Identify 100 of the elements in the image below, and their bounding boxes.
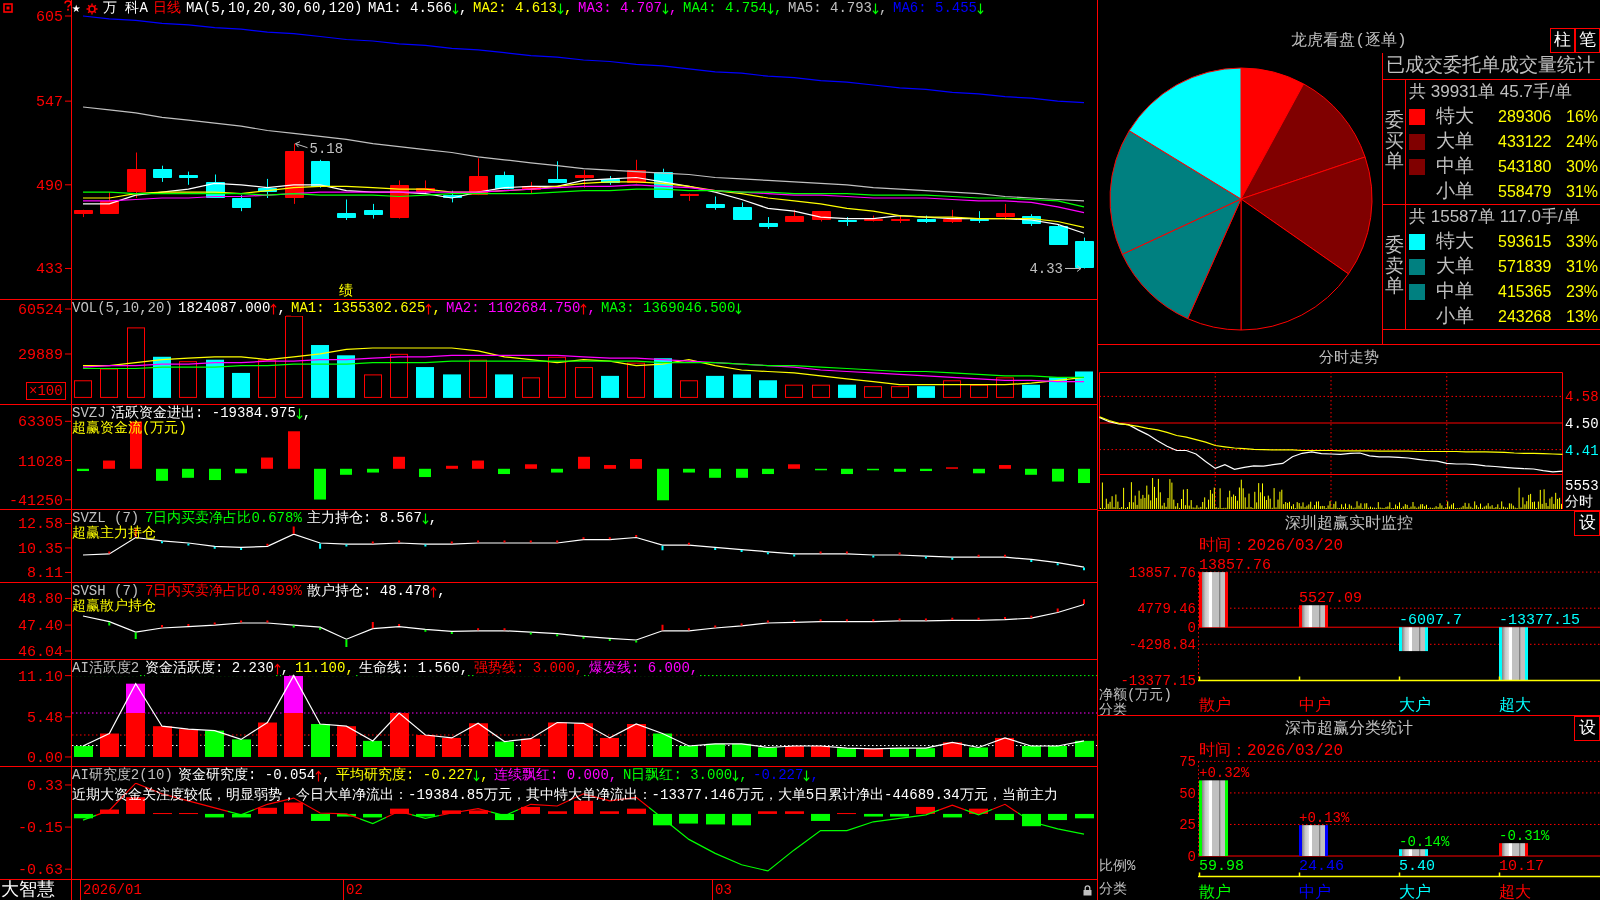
legend-text: MA1: 1355302.625: [291, 301, 426, 316]
net-flow-bar: [1499, 627, 1528, 681]
candlestick: [100, 191, 119, 214]
indicator-bar: [630, 459, 642, 469]
candlestick: [680, 193, 699, 202]
volume-bar: [943, 380, 961, 398]
event-label: 绩: [339, 283, 354, 299]
volume-bar: [206, 359, 224, 398]
indicator-bar: [311, 813, 330, 821]
brand-name: 大智慧: [0, 880, 72, 900]
indicator-bar: [995, 813, 1014, 821]
volume-bar: [706, 375, 724, 398]
share-bar: [1399, 849, 1428, 856]
category-label: 大户: [1399, 697, 1431, 715]
indicator-bar: [156, 468, 168, 481]
candlestick: [759, 216, 778, 230]
share-value: 31%: [1566, 181, 1599, 202]
volume-value: 433122: [1498, 131, 1552, 152]
legend-text: SVSH (7): [72, 584, 140, 599]
indicator-bar: [1022, 746, 1041, 757]
indicator-bar: [604, 465, 616, 469]
axis-label: 75: [1179, 754, 1196, 771]
price-label: 5.18: [309, 140, 344, 157]
category-label: 超大: [1499, 884, 1531, 900]
indicator-bar: [390, 808, 409, 814]
axis-title: 比例%: [1099, 858, 1136, 874]
panel-title: 深市超赢分类统计: [1285, 718, 1413, 740]
axis-label: 47.40: [18, 618, 63, 636]
volume-bar: [258, 359, 276, 398]
indicator-bar: [288, 431, 300, 469]
indicator-bar: [74, 813, 93, 819]
axis-label: 46.04: [18, 644, 63, 659]
arrow-icon: [1064, 264, 1082, 272]
legend-text: 日线: [153, 1, 181, 16]
legend-text: 7日内买卖净占比0.499%: [145, 584, 302, 599]
volume-bar: [1075, 371, 1093, 398]
share-value: 30%: [1566, 156, 1599, 177]
volume-value: 571839: [1498, 256, 1552, 277]
price-label: 4.33: [1029, 261, 1063, 278]
category-label: 大户: [1399, 884, 1431, 900]
candlestick: [812, 210, 831, 222]
candlestick: [601, 175, 620, 186]
candlestick: [285, 143, 304, 205]
indicator-bar: [551, 468, 563, 473]
settings-button[interactable]: 设: [1574, 716, 1600, 741]
share-value: 24%: [1566, 131, 1599, 152]
axis-label: 4.41: [1565, 442, 1599, 459]
value-label: 5.40: [1399, 858, 1435, 875]
value-label: -6007.7: [1399, 612, 1462, 630]
value-label: -13377.15: [1499, 612, 1580, 630]
axis-label: 547: [36, 94, 63, 112]
order-size-label: 小单: [1436, 305, 1474, 328]
indicator-bar: [920, 468, 932, 472]
settings-button[interactable]: 设: [1574, 511, 1600, 536]
side-label: 委买单: [1384, 110, 1404, 174]
indicator-bar: [706, 813, 725, 825]
indicator-bar: [442, 810, 461, 814]
axis-label: 4779.46: [1137, 601, 1196, 618]
candlestick: [1049, 223, 1068, 245]
category-label: 中户: [1299, 697, 1331, 715]
legend-text: 11.100,: [295, 661, 354, 676]
axis-label: 0.33: [27, 778, 63, 795]
volume-bar: [443, 374, 461, 398]
indicator-bar: [999, 465, 1011, 469]
volume-value: 593615: [1498, 231, 1552, 252]
indicator-bar: [890, 748, 909, 757]
indicator-bar: [679, 746, 698, 757]
indicator-bar: [472, 460, 484, 469]
axis-label: 11.10: [18, 668, 63, 686]
volume-bar: [390, 353, 408, 398]
view-button[interactable]: 柱: [1550, 28, 1575, 53]
axis-label: -0.15: [18, 820, 63, 838]
candlestick: [1075, 237, 1094, 269]
legend-text: 万 科A: [103, 1, 148, 16]
legend-text: MA(5,10,20,30,60,120): [186, 1, 363, 16]
category-label: 中户: [1299, 884, 1331, 900]
order-size-label: 中单: [1436, 155, 1474, 178]
volume-bar: [100, 368, 118, 398]
volume-bar: [522, 377, 540, 398]
indicator-bar: [916, 806, 935, 814]
legend-text: VOL(5,10,20): [72, 301, 173, 316]
indicator-bar: [657, 468, 669, 501]
indicator-bar: [1048, 813, 1067, 821]
change-label: -0.14%: [1399, 834, 1450, 851]
candlestick: [838, 216, 857, 227]
indicator-bar: [785, 746, 804, 757]
indicator-bar: [679, 813, 698, 824]
legend-text: 资金研究度: -0.054: [178, 768, 316, 783]
legend-text: 爆发线: 6.000,: [589, 661, 699, 676]
axis-label: 13857.76: [1128, 565, 1196, 582]
candlestick: [311, 159, 330, 189]
view-button[interactable]: 笔: [1575, 28, 1600, 53]
indicator-bar: [837, 813, 856, 815]
indicator-bar: [284, 802, 303, 814]
volume-bar: [416, 367, 434, 398]
legend-text: N日飘红: 3.000: [623, 768, 733, 783]
volume-value: 558479: [1498, 181, 1552, 202]
legend-text: 7日内买卖净占比0.678%: [145, 511, 302, 526]
indicator-bar: [837, 748, 856, 757]
candlestick: [996, 203, 1015, 221]
